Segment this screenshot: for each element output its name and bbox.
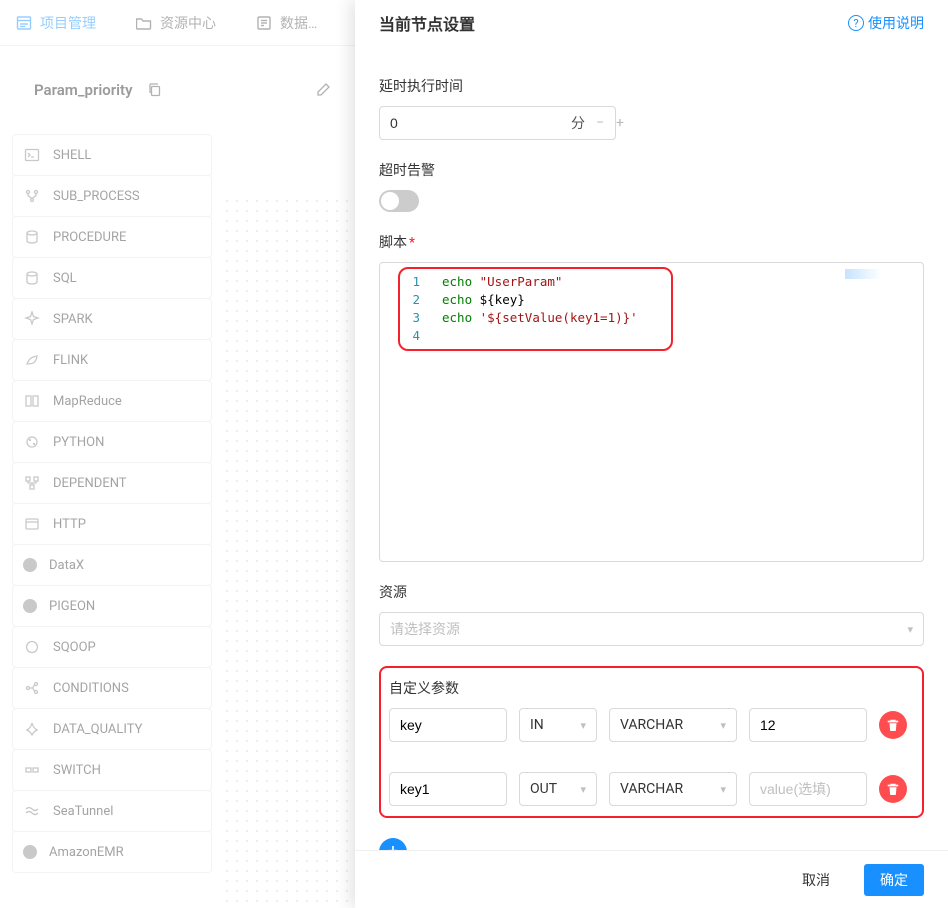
chevron-down-icon: ▾ [580,783,586,796]
delete-param-button[interactable] [879,711,907,739]
step-up-icon[interactable]: + [613,116,627,130]
line-number: 3 [400,309,430,327]
drawer-body: 延时执行时间 分 − + 超时告警 脚本* 1echo "UserParam"2… [355,46,948,850]
param-row: OUT▾ VARCHAR▾ [389,772,914,806]
line-code: echo "UserParam" [430,273,562,291]
add-param-button[interactable]: + [379,838,407,850]
timeout-toggle[interactable] [379,190,419,212]
editor-toolbar-icon [845,269,905,279]
resource-select[interactable]: 请选择资源 ▾ [379,612,924,646]
param-value-input[interactable] [749,772,867,806]
param-row: IN▾ VARCHAR▾ [389,708,914,742]
line-number: 4 [400,327,430,345]
chevron-down-icon: ▾ [720,783,726,796]
param-type-select[interactable]: VARCHAR▾ [609,708,737,742]
timeout-label: 超时告警 [379,160,924,180]
delay-label: 延时执行时间 [379,76,924,96]
toggle-knob [381,192,399,210]
delay-input-wrap[interactable]: 分 − + [379,106,616,140]
code-line: 4 [400,327,671,345]
chevron-down-icon: ▾ [580,719,586,732]
script-highlight-box: 1echo "UserParam"2echo ${key}3echo '${se… [398,267,673,351]
delete-param-button[interactable] [879,775,907,803]
cancel-button[interactable]: 取消 [786,864,846,896]
resource-placeholder: 请选择资源 [390,619,460,639]
help-link[interactable]: ? 使用说明 [848,13,924,33]
param-type-select[interactable]: VARCHAR▾ [609,772,737,806]
delay-input[interactable] [390,115,571,131]
help-label: 使用说明 [868,13,924,33]
ok-button[interactable]: 确定 [864,864,924,896]
resource-label: 资源 [379,582,924,602]
code-line: 3echo '${setValue(key1=1)}' [400,309,671,327]
settings-drawer: 当前节点设置 ? 使用说明 延时执行时间 分 − + 超时告警 脚本* 1ech… [355,0,948,908]
param-direction-select[interactable]: IN▾ [519,708,597,742]
line-code [430,327,442,345]
code-line: 2echo ${key} [400,291,671,309]
code-line: 1echo "UserParam" [400,273,671,291]
line-code: echo '${setValue(key1=1)}' [430,309,638,327]
custom-params-section: 自定义参数 IN▾ VARCHAR▾ OUT▾ VARCHAR▾ [379,666,924,818]
script-editor[interactable]: 1echo "UserParam"2echo ${key}3echo '${se… [379,262,924,562]
script-label: 脚本* [379,232,924,252]
line-code: echo ${key} [430,291,525,309]
step-down-icon[interactable]: − [593,116,607,130]
chevron-down-icon: ▾ [907,623,913,636]
params-label: 自定义参数 [389,678,914,698]
line-number: 2 [400,291,430,309]
delay-unit: 分 [571,113,585,133]
param-name-input[interactable] [389,708,507,742]
stepper-controls: − + [593,116,627,130]
drawer-title: 当前节点设置 [379,11,475,35]
param-name-input[interactable] [389,772,507,806]
help-icon: ? [848,15,864,31]
param-value-input[interactable] [749,708,867,742]
chevron-down-icon: ▾ [720,719,726,732]
drawer-header: 当前节点设置 ? 使用说明 [355,0,948,46]
drawer-footer: 取消 确定 [355,850,948,908]
line-number: 1 [400,273,430,291]
param-direction-select[interactable]: OUT▾ [519,772,597,806]
